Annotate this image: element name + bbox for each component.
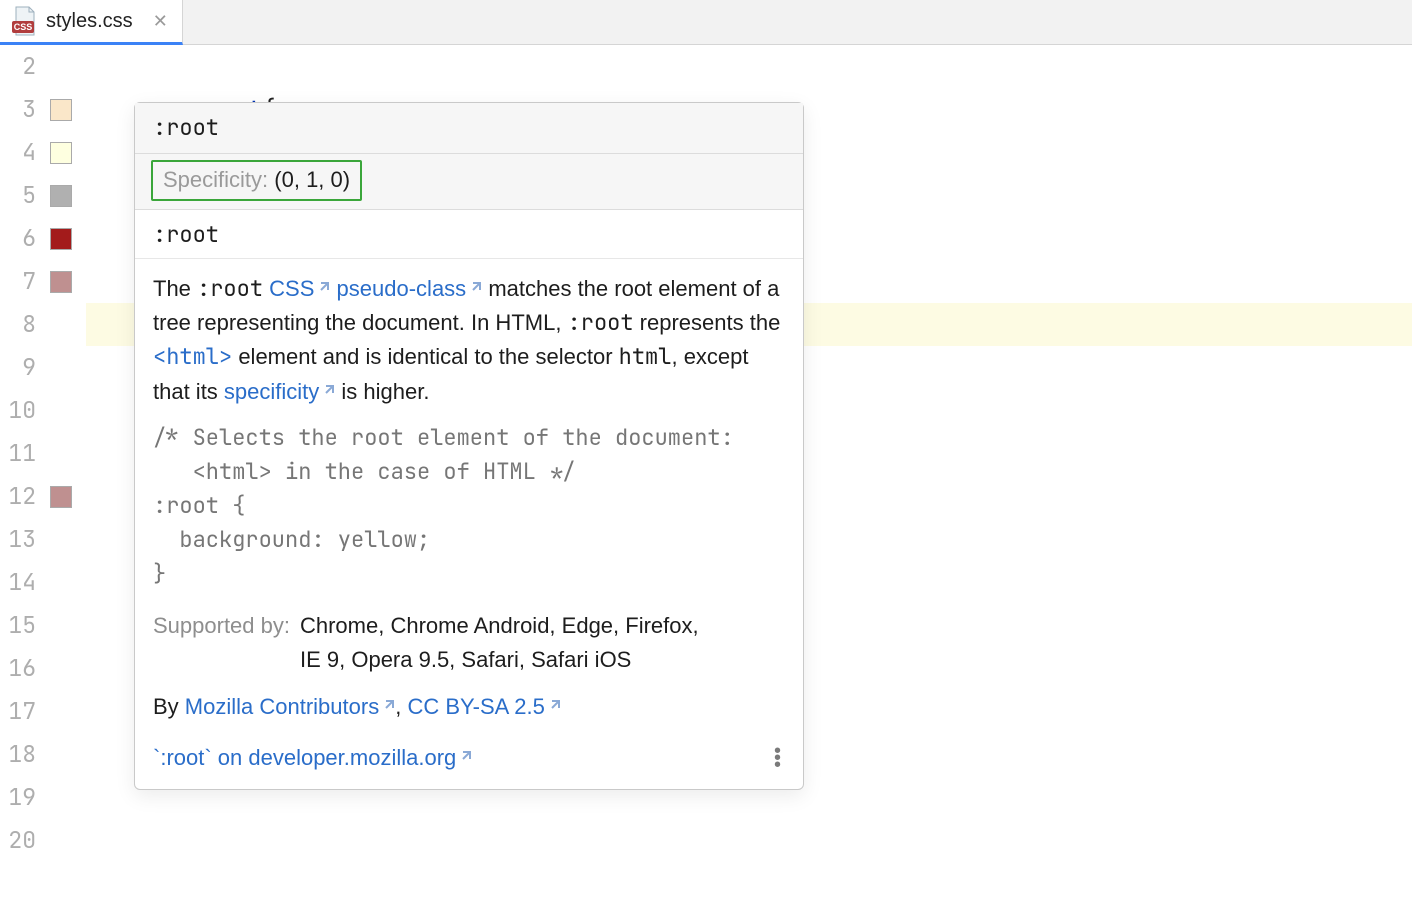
popup-title: :root (135, 103, 803, 154)
mozilla-contributors-link[interactable]: Mozilla Contributors (185, 694, 395, 719)
license-link[interactable]: CC BY-SA 2.5 (407, 694, 560, 719)
external-link-icon (468, 271, 482, 285)
fold-toggle-icon[interactable] (68, 445, 84, 461)
external-link-icon (381, 689, 395, 703)
external-link-icon (458, 740, 472, 754)
mdn-source-link[interactable]: `:root` on developer.mozilla.org (153, 740, 472, 775)
svg-text:CSS: CSS (14, 22, 33, 32)
tab-filename: styles.css (46, 10, 133, 33)
specificity-badge: Specificity: (0, 1, 0) (151, 160, 362, 201)
code-line[interactable]: :root{ (86, 45, 1412, 88)
popup-selector-heading: :root (135, 210, 803, 259)
code-area[interactable]: :root{ } . } (86, 45, 1412, 908)
fold-end-icon[interactable] (68, 359, 84, 375)
popup-specificity-row: Specificity: (0, 1, 0) (135, 154, 803, 210)
specificity-link[interactable]: specificity (224, 379, 335, 404)
color-swatch[interactable] (50, 228, 72, 250)
external-link-icon (547, 689, 561, 703)
documentation-popup: :root Specificity: (0, 1, 0) :root The :… (134, 102, 804, 790)
editor-tab-styles-css[interactable]: CSS styles.css ✕ (0, 0, 183, 45)
close-tab-icon[interactable]: ✕ (153, 11, 168, 32)
fold-toggle-icon[interactable] (68, 58, 84, 74)
color-swatch[interactable] (50, 271, 72, 293)
more-options-icon[interactable]: ••• (774, 747, 785, 768)
code-editor[interactable]: 2 3 4 5 6 7 8 9 10 11 12 13 14 15 16 17 … (0, 45, 1412, 908)
color-swatch[interactable] (50, 185, 72, 207)
fold-end-icon[interactable] (68, 617, 84, 633)
external-link-icon (316, 271, 330, 285)
css-link[interactable]: CSS (269, 276, 330, 301)
html-element-link[interactable]: <html> (153, 342, 232, 371)
popup-supported-by: Supported by:Chrome, Chrome Android, Edg… (153, 609, 785, 677)
popup-description: The :root CSS pseudo-class matches the r… (153, 271, 785, 409)
css-file-icon: CSS (8, 5, 40, 37)
popup-body: The :root CSS pseudo-class matches the r… (135, 259, 803, 736)
popup-code-example: /* Selects the root element of the docum… (153, 421, 785, 591)
pseudo-class-link[interactable]: pseudo-class (337, 276, 483, 301)
popup-attribution: By Mozilla Contributors, CC BY-SA 2.5 (153, 689, 785, 724)
external-link-icon (321, 374, 335, 388)
gutter-line-numbers: 2 3 4 5 6 7 8 9 10 11 12 13 14 15 16 17 … (0, 45, 44, 908)
tab-bar: CSS styles.css ✕ (0, 0, 1412, 45)
